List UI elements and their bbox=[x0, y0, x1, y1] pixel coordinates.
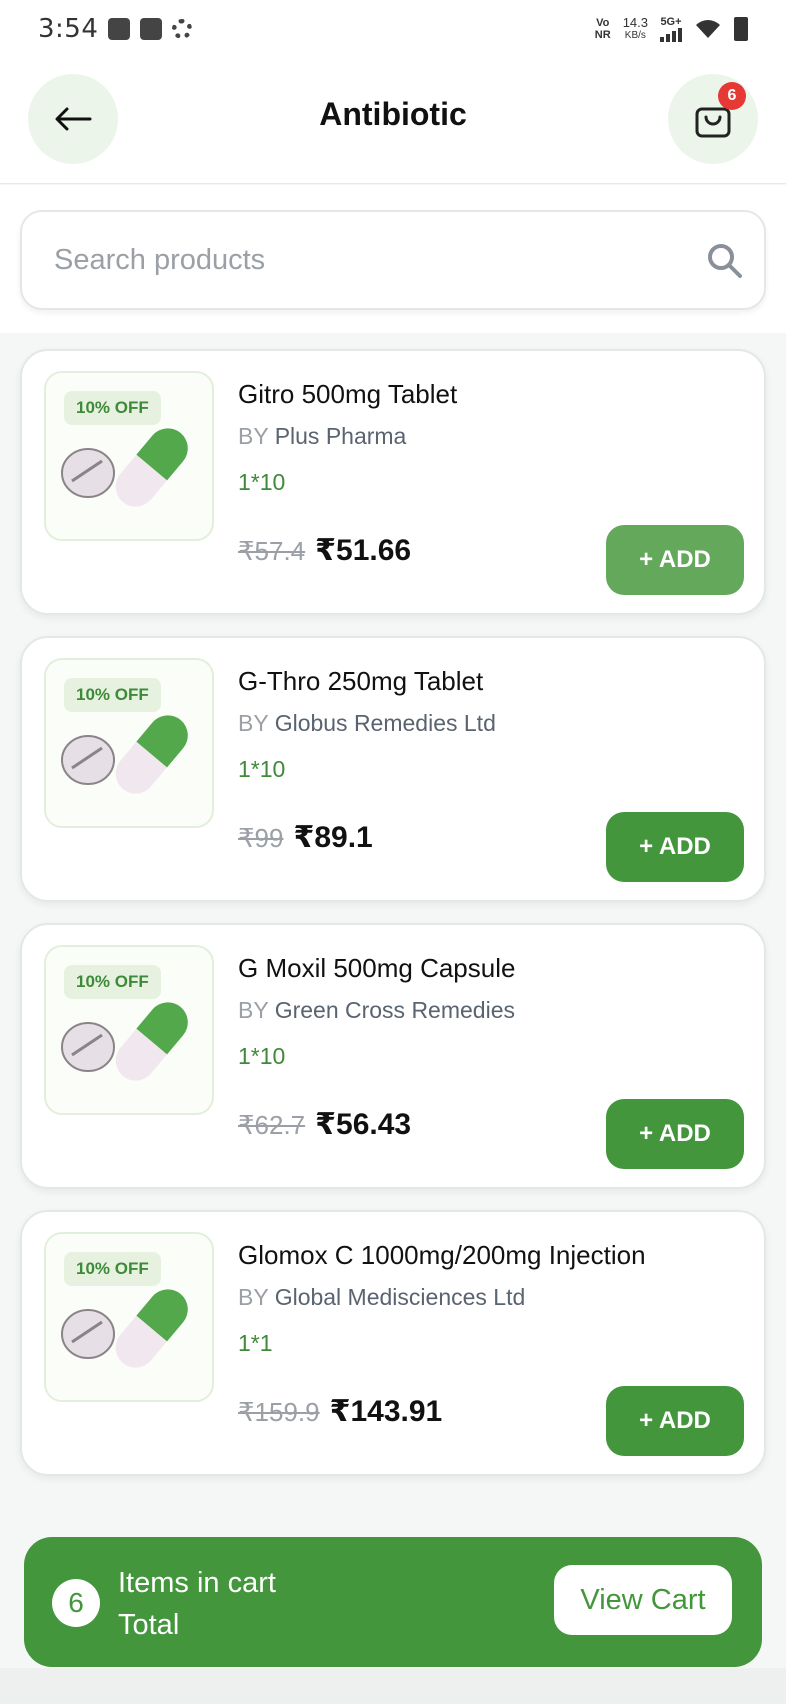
search-icon[interactable] bbox=[706, 242, 744, 280]
cart-count-badge: 6 bbox=[718, 82, 746, 110]
discount-badge: 10% OFF bbox=[64, 965, 161, 999]
selling-price: ₹51.66 bbox=[315, 534, 412, 567]
product-name: G Moxil 500mg Capsule bbox=[238, 953, 516, 983]
view-cart-button[interactable]: View Cart bbox=[554, 1565, 732, 1635]
mrp-price: ₹159.9 bbox=[238, 1397, 320, 1427]
product-brand: BY Global Medisciences Ltd bbox=[238, 1284, 525, 1311]
price-row: ₹62.7 ₹56.43 bbox=[238, 1107, 411, 1142]
network-type: 5G+ bbox=[660, 16, 682, 28]
product-image: 10% OFF bbox=[44, 945, 214, 1115]
product-brand: BY Green Cross Remedies bbox=[238, 997, 515, 1024]
volte-indicator: Vo NR bbox=[594, 17, 611, 41]
search-box bbox=[20, 210, 766, 310]
network-speed: 14.3 KB/s bbox=[623, 16, 648, 42]
search-section bbox=[0, 185, 786, 333]
pack-size: 1*10 bbox=[238, 756, 286, 782]
product-brand: BY Globus Remedies Ltd bbox=[238, 710, 496, 737]
battery-icon bbox=[734, 17, 748, 41]
product-name: G-Thro 250mg Tablet bbox=[238, 666, 484, 696]
price-row: ₹57.4 ₹51.66 bbox=[238, 533, 411, 568]
mrp-price: ₹99 bbox=[238, 823, 284, 853]
cart-total-label: Total bbox=[118, 1609, 180, 1641]
discount-badge: 10% OFF bbox=[64, 391, 161, 425]
add-to-cart-button[interactable]: + ADD bbox=[606, 1386, 744, 1456]
product-card[interactable]: 10% OFF Glomox C 1000mg/200mg Injection … bbox=[20, 1210, 766, 1476]
cart-items-count: 6 bbox=[52, 1579, 100, 1627]
selling-price: ₹143.91 bbox=[329, 1395, 443, 1428]
discount-badge: 10% OFF bbox=[64, 1252, 161, 1286]
wifi-icon bbox=[696, 20, 720, 38]
price-row: ₹99 ₹89.1 bbox=[238, 820, 373, 855]
add-to-cart-button[interactable]: + ADD bbox=[606, 525, 744, 595]
mrp-price: ₹62.7 bbox=[238, 1110, 306, 1140]
product-image: 10% OFF bbox=[44, 1232, 214, 1402]
status-time: 3:54 bbox=[38, 14, 99, 44]
selling-price: ₹56.43 bbox=[315, 1108, 412, 1141]
brand-name: Plus Pharma bbox=[274, 423, 407, 449]
brand-prefix: BY bbox=[238, 1284, 269, 1310]
discount-badge: 10% OFF bbox=[64, 678, 161, 712]
mrp-price: ₹57.4 bbox=[238, 536, 306, 566]
product-name: Glomox C 1000mg/200mg Injection bbox=[238, 1240, 646, 1270]
brand-prefix: BY bbox=[238, 710, 269, 736]
cart-items-label: Items in cart bbox=[118, 1567, 276, 1599]
cart-summary-bar[interactable]: 6 Items in cart Total View Cart bbox=[24, 1537, 762, 1667]
product-card[interactable]: 10% OFF Gitro 500mg Tablet BY Plus Pharma… bbox=[20, 349, 766, 615]
pack-size: 1*1 bbox=[238, 1330, 273, 1356]
add-to-cart-button[interactable]: + ADD bbox=[606, 1099, 744, 1169]
brand-name: Green Cross Remedies bbox=[274, 997, 515, 1023]
status-bar: 3:54 Vo NR 14.3 KB/s 5G+ bbox=[0, 0, 786, 58]
brand-name: Globus Remedies Ltd bbox=[274, 710, 496, 736]
product-card[interactable]: 10% OFF G Moxil 500mg Capsule BY Green Cr… bbox=[20, 923, 766, 1189]
cart-button[interactable]: 6 bbox=[668, 74, 758, 164]
product-name: Gitro 500mg Tablet bbox=[238, 379, 458, 409]
selling-price: ₹89.1 bbox=[293, 821, 373, 854]
app-header: Antibiotic 6 bbox=[0, 58, 786, 184]
signal-icon bbox=[660, 28, 682, 42]
brand-prefix: BY bbox=[238, 423, 269, 449]
speed-value: 14.3 bbox=[622, 15, 648, 30]
speed-unit: KB/s bbox=[624, 30, 646, 41]
price-row: ₹159.9 ₹143.91 bbox=[238, 1394, 442, 1429]
product-card[interactable]: 10% OFF G-Thro 250mg Tablet BY Globus Rem… bbox=[20, 636, 766, 902]
usb-icon bbox=[108, 18, 131, 40]
settings-icon bbox=[172, 19, 193, 39]
add-to-cart-button[interactable]: + ADD bbox=[606, 812, 744, 882]
pack-size: 1*10 bbox=[238, 1043, 286, 1069]
system-nav-bar bbox=[0, 1668, 786, 1704]
search-input[interactable] bbox=[54, 234, 654, 286]
mail-icon bbox=[140, 18, 163, 40]
product-image: 10% OFF bbox=[44, 658, 214, 828]
pack-size: 1*10 bbox=[238, 469, 286, 495]
product-brand: BY Plus Pharma bbox=[238, 423, 406, 450]
brand-name: Global Medisciences Ltd bbox=[274, 1284, 526, 1310]
product-image: 10% OFF bbox=[44, 371, 214, 541]
brand-prefix: BY bbox=[238, 997, 269, 1023]
